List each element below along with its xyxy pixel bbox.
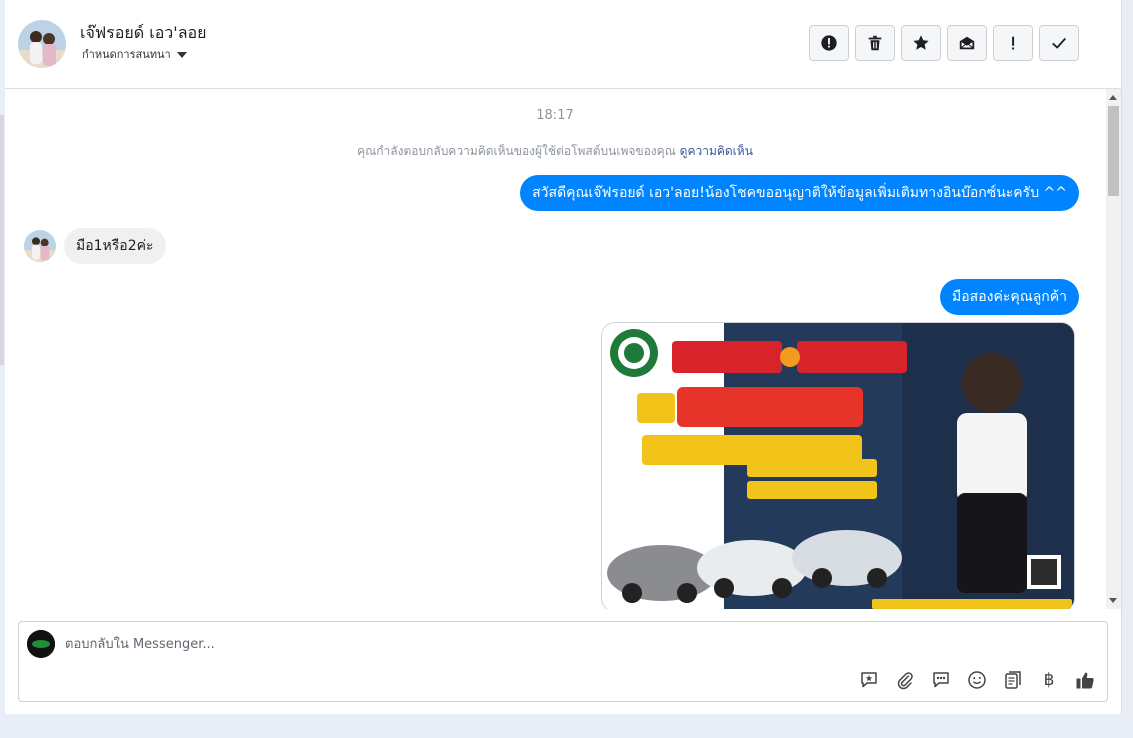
paperclip-icon bbox=[897, 672, 913, 690]
chevron-down-icon bbox=[176, 51, 187, 58]
page-avatar bbox=[27, 630, 55, 658]
check-icon bbox=[1052, 37, 1066, 49]
contact-avatar[interactable] bbox=[18, 20, 66, 68]
left-edge-strip bbox=[0, 115, 4, 365]
report-spam-icon bbox=[821, 35, 837, 51]
catalog-button[interactable] bbox=[1001, 668, 1025, 692]
follow-up-button[interactable] bbox=[993, 25, 1033, 61]
sender-avatar bbox=[24, 230, 56, 262]
quick-replies-button[interactable] bbox=[929, 668, 953, 692]
saved-reply-icon bbox=[861, 672, 877, 688]
like-button[interactable] bbox=[1073, 668, 1097, 692]
message-thread[interactable]: 18:17 คุณกำลังตอบกลับความคิดเห็นของผู้ใช… bbox=[5, 89, 1105, 609]
star-button[interactable] bbox=[901, 25, 941, 61]
comment-reply-context: คุณกำลังตอบกลับความคิดเห็นของผู้ใช้ต่อโพ… bbox=[5, 142, 1105, 161]
scroll-down-arrow-icon[interactable] bbox=[1109, 598, 1117, 603]
baht-icon: ฿ bbox=[1043, 670, 1055, 690]
contact-name[interactable]: เจ๊ฟรอยด์ เอว'ลอย bbox=[80, 21, 206, 46]
message-timestamp: 18:17 bbox=[536, 108, 574, 123]
outgoing-message[interactable]: สวัสดีคุณเจ๊ฟรอยด์ เอว'ลอย!น้องโชคขออนุญ… bbox=[520, 175, 1079, 211]
view-comment-link[interactable]: ดูความคิดเห็น bbox=[680, 144, 753, 158]
catalog-icon bbox=[1005, 671, 1021, 689]
outgoing-message[interactable]: มือสองค่ะคุณลูกค้า bbox=[940, 279, 1079, 315]
mark-unread-button[interactable] bbox=[947, 25, 987, 61]
promo-image-attachment[interactable] bbox=[601, 322, 1075, 609]
thumbs-up-icon bbox=[1076, 672, 1094, 689]
incoming-message-row: มือ1หรือ2ค่ะ bbox=[24, 228, 166, 264]
emoji-button[interactable] bbox=[965, 668, 989, 692]
mark-unread-icon bbox=[959, 36, 975, 50]
star-icon bbox=[913, 35, 929, 50]
saved-reply-button[interactable] bbox=[857, 668, 881, 692]
message-composer: ฿ bbox=[18, 621, 1108, 702]
chat-dots-icon bbox=[933, 672, 949, 688]
payment-button[interactable]: ฿ bbox=[1037, 668, 1061, 692]
attach-file-button[interactable] bbox=[893, 668, 917, 692]
conversation-panel: เจ๊ฟรอยด์ เอว'ลอย กำหนดการสนทนา 18:17 คุ… bbox=[5, 0, 1122, 714]
assign-conversation-label: กำหนดการสนทนา bbox=[82, 48, 171, 61]
report-spam-button[interactable] bbox=[809, 25, 849, 61]
reply-input[interactable] bbox=[65, 634, 665, 654]
composer-toolbar: ฿ bbox=[857, 668, 1097, 692]
assign-conversation-dropdown[interactable]: กำหนดการสนทนา bbox=[82, 45, 187, 63]
mark-done-button[interactable] bbox=[1039, 25, 1079, 61]
chat-scrollbar[interactable] bbox=[1106, 89, 1121, 609]
delete-button[interactable] bbox=[855, 25, 895, 61]
follow-up-icon bbox=[1012, 36, 1015, 50]
context-text: คุณกำลังตอบกลับความคิดเห็นของผู้ใช้ต่อโพ… bbox=[357, 144, 676, 158]
trash-icon bbox=[868, 35, 882, 51]
scroll-up-arrow-icon[interactable] bbox=[1109, 95, 1117, 100]
incoming-message[interactable]: มือ1หรือ2ค่ะ bbox=[64, 228, 166, 264]
conversation-header: เจ๊ฟรอยด์ เอว'ลอย กำหนดการสนทนา bbox=[5, 0, 1121, 89]
smiley-icon bbox=[968, 671, 986, 689]
conversation-actions bbox=[809, 25, 1079, 61]
scrollbar-thumb[interactable] bbox=[1108, 106, 1119, 196]
